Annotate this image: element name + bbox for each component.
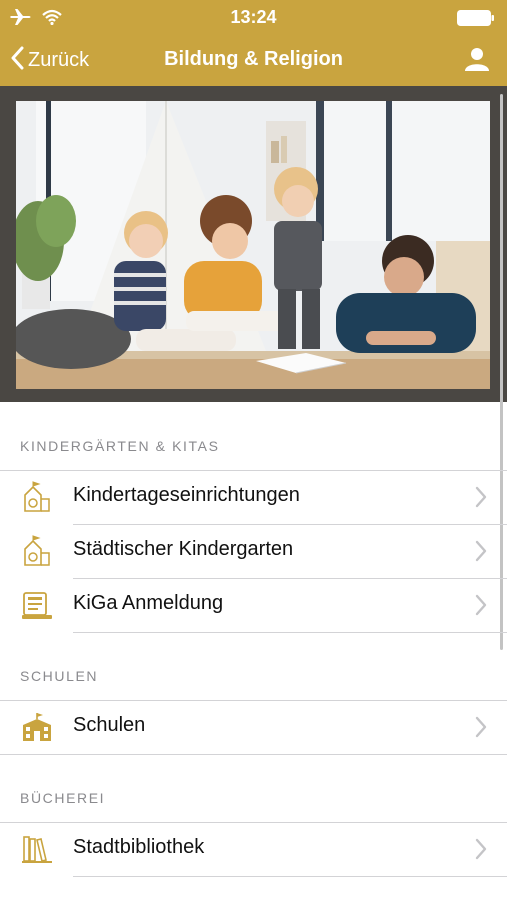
chevron-right-icon — [475, 838, 487, 865]
section-header-kindergaerten: KINDERGÄRTEN & KITAS — [20, 438, 220, 454]
list-item-label: Schulen — [73, 714, 146, 736]
person-icon — [465, 48, 489, 76]
profile-button[interactable] — [465, 46, 489, 77]
section-header-buecherei: BÜCHEREI — [20, 790, 106, 806]
kindergarten-icon — [21, 535, 53, 567]
chevron-right-icon — [475, 486, 487, 513]
hero-image-frame — [0, 86, 507, 402]
divider — [73, 632, 507, 633]
divider — [0, 754, 507, 755]
back-button[interactable]: Zurück — [10, 46, 89, 75]
divider — [73, 876, 507, 877]
list-item-schulen[interactable]: Schulen — [0, 701, 507, 753]
chevron-left-icon — [10, 46, 24, 75]
chevron-right-icon — [475, 594, 487, 621]
navigation-bar: Zurück Bildung & Religion — [0, 36, 507, 86]
back-label: Zurück — [28, 49, 90, 71]
status-bar: 13:24 — [0, 0, 507, 36]
list-item-label: Stadtbibliothek — [73, 836, 205, 858]
list-item-staedtischer-kindergarten[interactable]: Städtischer Kindergarten — [0, 525, 507, 577]
list-item-kindertageseinrichtungen[interactable]: Kindertageseinrichtungen — [0, 471, 507, 523]
chevron-right-icon — [475, 540, 487, 567]
list-item-label: Kindertageseinrichtungen — [73, 484, 300, 506]
list-item-label: Städtischer Kindergarten — [73, 538, 294, 560]
list-item-label: KiGa Anmeldung — [73, 592, 224, 614]
status-time: 13:24 — [230, 7, 277, 27]
battery-icon — [457, 10, 495, 31]
kindergarten-icon — [21, 481, 53, 513]
list-item-kiga-anmeldung[interactable]: KiGa Anmeldung — [0, 579, 507, 631]
hero-photo — [16, 101, 490, 389]
section-header-schulen: SCHULEN — [20, 668, 99, 684]
registration-icon — [21, 589, 53, 621]
books-icon — [21, 833, 53, 865]
chevron-right-icon — [475, 716, 487, 743]
school-building-icon — [21, 711, 53, 743]
list-item-stadtbibliothek[interactable]: Stadtbibliothek — [0, 823, 507, 875]
